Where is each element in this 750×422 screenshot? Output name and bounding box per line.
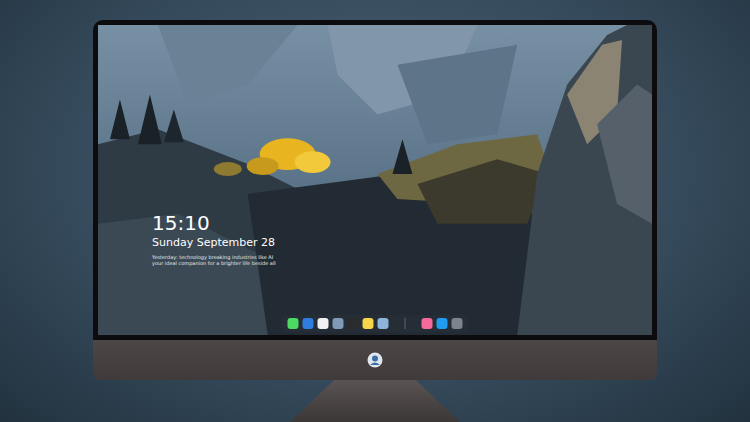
dock-app-icon[interactable]: [288, 318, 299, 329]
screen: 15:10 Sunday September 28 Yesterday: tec…: [98, 25, 652, 335]
dock-separator: [405, 318, 406, 329]
wallpaper-photo: [98, 25, 652, 335]
dock-app-icon[interactable]: [452, 318, 463, 329]
clock-time: 15:10: [152, 211, 276, 235]
dock-app-icon[interactable]: [378, 318, 389, 329]
monitor-stand: [290, 380, 460, 422]
dock-app-icon[interactable]: [348, 318, 359, 329]
clock-date: Sunday September 28: [152, 235, 276, 250]
note-line: your ideal companion for a brighter life…: [152, 260, 276, 266]
monitor-bezel: 15:10 Sunday September 28 Yesterday: tec…: [93, 20, 657, 340]
dock-app-icon[interactable]: [422, 318, 433, 329]
monitor-chin: [93, 340, 657, 380]
dock-app-icon[interactable]: [318, 318, 329, 329]
lock-screen-widget: 15:10 Sunday September 28 Yesterday: tec…: [152, 211, 276, 266]
dock: [282, 315, 469, 332]
dock-app-icon[interactable]: [333, 318, 344, 329]
monitor: 15:10 Sunday September 28 Yesterday: tec…: [93, 20, 657, 422]
dock-app-icon[interactable]: [303, 318, 314, 329]
desktop-background: 15:10 Sunday September 28 Yesterday: tec…: [0, 0, 750, 422]
dock-app-icon[interactable]: [363, 318, 374, 329]
brand-logo-icon: [367, 352, 383, 368]
dock-app-icon[interactable]: [437, 318, 448, 329]
note-line: Yesterday: technology breaking industrie…: [152, 254, 276, 260]
